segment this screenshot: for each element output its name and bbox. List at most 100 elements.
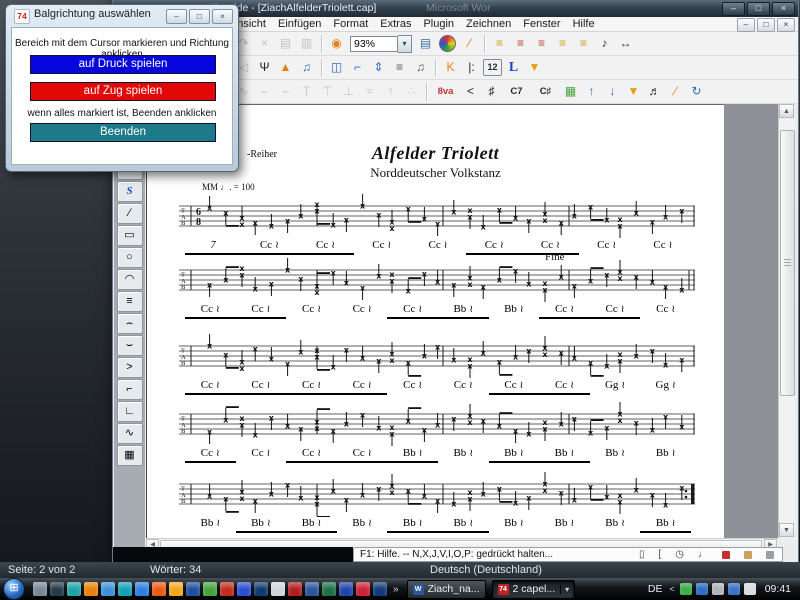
slur-tool-button[interactable]: S — [117, 181, 143, 202]
quicklaunch-icon-8[interactable] — [152, 582, 166, 596]
chord-c7-button[interactable]: C7 — [503, 82, 530, 101]
staff-spacing-button[interactable]: ⇕ — [369, 58, 388, 77]
color-wheel-button[interactable] — [439, 35, 456, 52]
bracket-tool-button[interactable]: ⌐ — [117, 379, 143, 400]
tuning-fork-button[interactable]: Ψ — [255, 58, 274, 77]
chord-csharp-button[interactable]: C♯ — [532, 82, 559, 101]
document-close-button[interactable]: × — [777, 18, 795, 32]
quicklaunch-icon-10[interactable] — [186, 582, 200, 596]
window-restore-button[interactable]: □ — [747, 2, 770, 16]
page-preview-button[interactable]: ▤ — [416, 34, 435, 53]
corner-tool-button[interactable]: ∟ — [117, 401, 143, 422]
accidental-button[interactable]: ♯ — [482, 82, 501, 101]
document-minimize-button[interactable]: – — [737, 18, 755, 32]
curve-tool-button[interactable]: ◠ — [117, 269, 143, 290]
menu-hilfe[interactable]: Hilfe — [567, 17, 601, 32]
chevron-down-icon[interactable]: ▾ — [398, 35, 412, 53]
vertical-scroll-thumb[interactable] — [780, 130, 795, 396]
staff-system-5[interactable]: TABxxxxxxxxxxxxxxxxxxxxxxxxxxxxxxxxxxxxx… — [177, 471, 697, 517]
lines-tool-button[interactable]: ≡ — [117, 291, 143, 312]
quicklaunch-icon-11[interactable] — [203, 582, 217, 596]
zoom-combo[interactable]: 93%▾ — [350, 35, 412, 53]
quicklaunch-icon-14[interactable] — [254, 582, 268, 596]
format-brush-button[interactable]: ∕ — [460, 34, 479, 53]
language-indicator[interactable]: DE — [648, 583, 663, 595]
zoom-stamp-icon[interactable]: ◉ — [327, 34, 346, 53]
dialog-close-button[interactable]: × — [212, 9, 233, 24]
note-pair-button[interactable]: ♫ — [411, 58, 430, 77]
menu-extras[interactable]: Extras — [374, 17, 417, 32]
play-notes-button[interactable]: ♫ — [297, 58, 316, 77]
staff-system-4[interactable]: TABxxxxxxxxxxxxxxxxxxxxxxxxxxxxxxxxxxxxx… — [177, 401, 697, 447]
scroll-down-arrow[interactable]: ▼ — [779, 523, 794, 537]
quicklaunch-icon-15[interactable] — [271, 582, 285, 596]
metronome-button[interactable]: ▲ — [276, 58, 295, 77]
tray-chevron[interactable]: < — [669, 584, 674, 594]
chord-grid-button[interactable]: ▦ — [561, 82, 580, 101]
transpose-tool-button[interactable]: ▼ — [525, 58, 544, 77]
line-tool-button[interactable]: ∕ — [117, 203, 143, 224]
meter-button[interactable]: 12 — [483, 59, 502, 76]
staff-system-2[interactable]: TABxxxxxxxxxxxxxxxxxxxxxxxxxxxxxxxxxxxxx… — [177, 257, 697, 303]
shift-up-button[interactable]: ↑ — [582, 82, 601, 101]
crescendo-button[interactable]: < — [461, 82, 480, 101]
grid-tool-button[interactable]: ▦ — [117, 445, 143, 466]
menu-zeichnen[interactable]: Zeichnen — [460, 17, 517, 32]
quicklaunch-overflow-chevron[interactable]: » — [393, 584, 399, 595]
stretch-systems-button[interactable]: ↔ — [616, 34, 635, 53]
dialog-restore-button[interactable]: □ — [189, 9, 210, 24]
quicklaunch-icon-21[interactable] — [373, 582, 387, 596]
layout-parts-button[interactable]: ≡ — [574, 34, 593, 53]
auf-druck-spielen-button[interactable]: auf Druck spielen — [30, 55, 216, 74]
keys-button[interactable]: K — [441, 58, 460, 77]
tray-icon-2[interactable] — [696, 583, 708, 595]
quicklaunch-icon-1[interactable] — [33, 582, 47, 596]
lyrics-button[interactable]: L — [504, 58, 523, 77]
score-view-button[interactable]: ◫ — [327, 58, 346, 77]
auf-zug-spielen-button[interactable]: auf Zug spielen — [30, 82, 216, 101]
task-button-ziachna[interactable]: WZiach_na... — [407, 580, 486, 599]
dialog-titlebar[interactable]: 74 Balgrichtung auswählen –□× — [6, 5, 238, 26]
layout-pages-button[interactable]: ≡ — [553, 34, 572, 53]
angle-tool-button[interactable]: > — [117, 357, 143, 378]
quicklaunch-icon-2[interactable] — [50, 582, 64, 596]
repeat-barline-button[interactable]: |: — [462, 58, 481, 77]
task-group-chevron-icon[interactable]: ▾ — [560, 585, 569, 594]
quicklaunch-icon-4[interactable] — [84, 582, 98, 596]
tray-icon-5[interactable] — [744, 583, 756, 595]
beam-button[interactable]: ♬ — [645, 82, 664, 101]
line-numbers-button[interactable]: ≡ — [390, 58, 409, 77]
quicklaunch-icon-13[interactable] — [237, 582, 251, 596]
dialog-minimize-button[interactable]: – — [166, 9, 187, 24]
layout-systems-button[interactable]: ≡ — [490, 34, 509, 53]
arc-down-tool-button[interactable]: ⌣ — [117, 335, 143, 356]
zoom-value[interactable]: 93% — [350, 36, 398, 52]
layout-staves-button[interactable]: ≡ — [511, 34, 530, 53]
window-minimize-button[interactable]: – — [722, 2, 745, 16]
staff-system-1[interactable]: TAB68xxxxxxxxxxxxxxxxxxxxxxxxxxxxxxxxxxx… — [177, 193, 697, 239]
beenden-button[interactable]: Beenden — [30, 123, 216, 142]
scroll-up-arrow[interactable]: ▲ — [779, 104, 794, 118]
wave-tool-button[interactable]: ∿ — [117, 423, 143, 444]
ellipse-tool-button[interactable]: ○ — [117, 247, 143, 268]
layout-current-button[interactable]: ≡ — [532, 34, 551, 53]
quicklaunch-icon-16[interactable] — [288, 582, 302, 596]
staff-system-3[interactable]: TABxxxxxxxxxxxxxxxxxxxxxxxxxxxxxxxxxxxxx… — [177, 333, 697, 379]
menu-format[interactable]: Format — [327, 17, 374, 32]
document-restore-button[interactable]: □ — [757, 18, 775, 32]
quicklaunch-icon-5[interactable] — [101, 582, 115, 596]
start-button[interactable]: ⊞ — [3, 578, 25, 600]
quicklaunch-icon-18[interactable] — [322, 582, 336, 596]
bracket-button[interactable]: ⌐ — [348, 58, 367, 77]
task-button-2capel[interactable]: 742 capel...▾ — [492, 580, 576, 599]
tray-icon-4[interactable] — [728, 583, 740, 595]
loop-button[interactable]: ↻ — [687, 82, 706, 101]
quicklaunch-icon-17[interactable] — [305, 582, 319, 596]
quicklaunch-icon-7[interactable] — [135, 582, 149, 596]
pencil-button[interactable]: ∕ — [666, 82, 685, 101]
quicklaunch-icon-20[interactable] — [356, 582, 370, 596]
note-layout-button[interactable]: ♪ — [595, 34, 614, 53]
tray-icon-3[interactable] — [712, 583, 724, 595]
quicklaunch-icon-19[interactable] — [339, 582, 353, 596]
rect-tool-button[interactable]: ▭ — [117, 225, 143, 246]
